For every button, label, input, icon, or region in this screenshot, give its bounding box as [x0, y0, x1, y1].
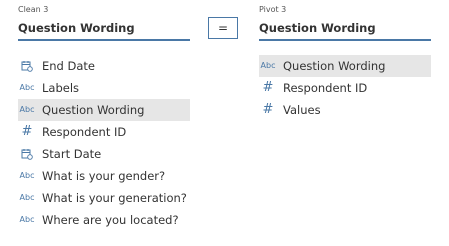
left-field-item[interactable]: Abc What is your generation?	[18, 187, 190, 209]
abc-icon: Abc	[260, 61, 276, 70]
right-selected-field: Question Wording	[259, 21, 376, 35]
left-field-item[interactable]: Abc Where are you located?	[18, 209, 190, 231]
abc-icon: Abc	[19, 105, 35, 114]
left-field-selector[interactable]: Question Wording	[18, 19, 190, 41]
left-source-label: Clean 3	[18, 5, 49, 14]
left-field-label: What is your generation?	[42, 191, 187, 205]
left-field-item[interactable]: End Date	[18, 55, 190, 77]
left-field-label: Labels	[42, 81, 80, 95]
hash-icon: #	[262, 102, 274, 117]
right-field-item[interactable]: # Respondent ID	[259, 77, 431, 99]
right-field-selector[interactable]: Question Wording	[259, 19, 431, 41]
abc-icon: Abc	[19, 215, 35, 224]
left-field-item[interactable]: Abc Labels	[18, 77, 190, 99]
right-source-label: Pivot 3	[259, 5, 287, 14]
left-field-item[interactable]: # Respondent ID	[18, 121, 190, 143]
abc-icon: Abc	[19, 193, 35, 202]
calendar-icon	[18, 143, 36, 165]
left-field-item[interactable]: Abc Question Wording	[18, 99, 190, 121]
abc-icon: Abc	[19, 171, 35, 180]
left-field-label: Respondent ID	[42, 125, 127, 139]
left-field-item[interactable]: Start Date	[18, 143, 190, 165]
left-selected-field: Question Wording	[18, 21, 135, 35]
hash-icon: #	[21, 124, 33, 139]
left-field-list: End Date Abc Labels Abc Question Wording # Res…	[18, 55, 190, 231]
join-operator-button[interactable]: =	[208, 17, 238, 39]
left-field-label: Start Date	[42, 147, 102, 161]
abc-icon: Abc	[19, 83, 35, 92]
calendar-icon	[18, 55, 36, 77]
right-field-item[interactable]: Abc Question Wording	[259, 55, 431, 77]
right-field-label: Respondent ID	[283, 81, 368, 95]
left-field-item[interactable]: Abc What is your gender?	[18, 165, 190, 187]
right-field-item[interactable]: # Values	[259, 99, 431, 121]
right-field-list: Abc Question Wording # Respondent ID # Values	[259, 55, 431, 121]
right-field-label: Question Wording	[283, 59, 386, 73]
left-field-label: Where are you located?	[42, 213, 179, 227]
right-field-label: Values	[283, 103, 321, 117]
left-field-label: What is your gender?	[42, 169, 166, 183]
left-field-label: End Date	[42, 59, 95, 73]
left-field-label: Question Wording	[42, 103, 145, 117]
hash-icon: #	[262, 80, 274, 95]
